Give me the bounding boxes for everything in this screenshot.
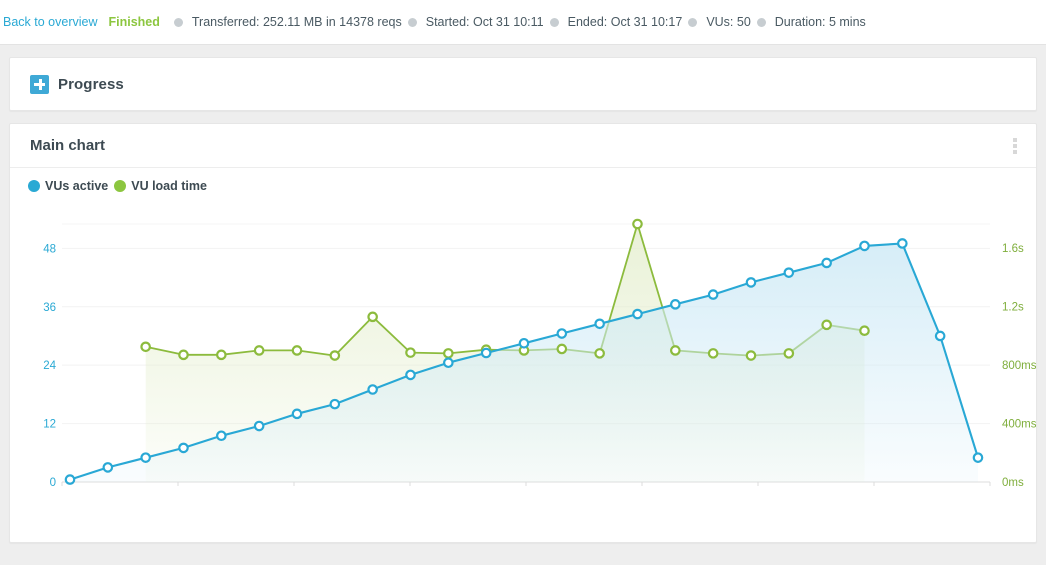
stat-duration-label: Duration: 5 mins <box>774 15 866 29</box>
plus-square-icon[interactable] <box>30 74 49 94</box>
data-point[interactable] <box>859 325 870 337</box>
y-right-tick-label: 1.2s <box>1002 302 1024 314</box>
data-point[interactable] <box>405 347 416 358</box>
data-point[interactable] <box>405 369 416 381</box>
run-status-badge: Finished <box>108 15 160 29</box>
y-left-tick-label: 36 <box>43 302 56 314</box>
data-point[interactable] <box>821 257 832 269</box>
data-point[interactable] <box>291 408 303 420</box>
main-chart-panel: Main chart VUs active VU load time 0 12 24… <box>9 123 1037 543</box>
y-axis-left-ticks: 0 12 24 36 48 <box>43 243 56 489</box>
legend-item-vus-active[interactable]: VUs active <box>28 179 108 193</box>
legend-item-vu-load-time[interactable]: VU load time <box>114 179 207 193</box>
data-point[interactable] <box>253 345 265 356</box>
kebab-dot-3 <box>1013 150 1017 154</box>
stat-vus-label: VUs: 50 <box>706 15 751 29</box>
data-point[interactable] <box>556 328 568 339</box>
y-left-tick-label: 24 <box>43 360 56 372</box>
data-point[interactable] <box>367 311 378 323</box>
stat-ended: Ended: Oct 31 10:17 <box>544 15 683 29</box>
data-point[interactable] <box>972 452 984 463</box>
kebab-dot-1 <box>1013 138 1017 142</box>
data-point[interactable] <box>594 318 605 330</box>
bullet-dot-icon <box>549 17 559 27</box>
data-point[interactable] <box>140 452 151 463</box>
data-point[interactable] <box>783 267 795 278</box>
bullet-dot-icon <box>407 17 417 27</box>
data-point[interactable] <box>216 430 227 442</box>
data-point[interactable] <box>178 442 189 454</box>
back-to-overview-link[interactable]: Back to overview <box>3 15 97 29</box>
y-right-tick-label: 400ms <box>1002 419 1037 431</box>
bullet-dot-icon <box>756 17 766 27</box>
data-point[interactable] <box>821 319 832 331</box>
data-point[interactable] <box>178 349 189 361</box>
chart-plot-area: 0 12 24 36 48 0ms 400ms 800ms 1.2s 1.6s <box>10 212 1036 542</box>
y-left-tick-label: 0 <box>50 477 56 489</box>
data-point[interactable] <box>707 289 719 300</box>
stat-ended-label: Ended: Oct 31 10:17 <box>567 15 683 29</box>
data-point[interactable] <box>632 308 643 320</box>
data-point[interactable] <box>329 350 341 361</box>
kebab-menu-icon[interactable] <box>1008 136 1022 156</box>
data-point[interactable] <box>367 384 378 395</box>
status-bar: Back to overview Finished Transferred: 2… <box>0 0 1046 45</box>
data-point[interactable] <box>934 330 946 342</box>
data-point[interactable] <box>707 348 719 359</box>
data-point[interactable] <box>102 462 114 473</box>
data-point[interactable] <box>556 343 568 355</box>
data-point[interactable] <box>745 277 757 288</box>
data-point[interactable] <box>783 348 795 359</box>
data-point[interactable] <box>518 337 530 349</box>
y-left-tick-label: 12 <box>43 419 56 431</box>
main-chart-header: Main chart <box>10 124 1036 168</box>
legend-label-vu-load-time: VU load time <box>131 179 207 193</box>
data-point[interactable] <box>291 345 303 356</box>
data-point[interactable] <box>670 299 681 310</box>
progress-panel[interactable]: Progress <box>9 57 1037 111</box>
y-right-tick-label: 0ms <box>1002 477 1024 489</box>
data-point[interactable] <box>443 357 454 369</box>
progress-panel-title: Progress <box>58 75 124 93</box>
bullet-dot-icon <box>173 17 183 27</box>
data-point[interactable] <box>253 420 265 432</box>
stat-transferred-label: Transferred: 252.11 MB in 14378 reqs <box>191 15 402 29</box>
main-chart-title: Main chart <box>30 137 106 154</box>
data-point[interactable] <box>897 238 908 249</box>
legend-dot-blue <box>28 180 40 192</box>
stat-transferred: Transferred: 252.11 MB in 14378 reqs <box>168 15 402 29</box>
data-point[interactable] <box>745 350 757 361</box>
main-chart-svg: 0 12 24 36 48 0ms 400ms 800ms 1.2s 1.6s <box>43 218 1037 489</box>
bullet-dot-icon <box>688 17 698 27</box>
data-point[interactable] <box>480 347 492 359</box>
kebab-dot-2 <box>1013 144 1017 148</box>
stat-vus: VUs: 50 <box>682 15 751 29</box>
chart-legend: VUs active VU load time <box>10 168 1036 193</box>
legend-dot-green <box>114 180 127 192</box>
data-point[interactable] <box>216 349 227 361</box>
stat-started-label: Started: Oct 31 10:11 <box>425 15 544 29</box>
data-point[interactable] <box>632 218 643 230</box>
stat-started: Started: Oct 31 10:11 <box>402 15 544 29</box>
data-point[interactable] <box>443 348 454 359</box>
data-point[interactable] <box>670 345 681 356</box>
stat-duration: Duration: 5 mins <box>751 15 866 29</box>
data-point[interactable] <box>140 341 151 353</box>
data-point[interactable] <box>594 348 605 359</box>
y-right-tick-label: 800ms <box>1002 360 1037 372</box>
y-left-tick-label: 48 <box>43 243 56 255</box>
y-right-tick-label: 1.6s <box>1002 243 1024 255</box>
chart-x-axis <box>61 481 991 486</box>
data-point[interactable] <box>859 240 870 252</box>
data-point[interactable] <box>64 474 76 485</box>
data-point[interactable] <box>329 398 341 410</box>
y-axis-right-ticks: 0ms 400ms 800ms 1.2s 1.6s <box>1002 243 1037 489</box>
legend-label-vus-active: VUs active <box>45 179 109 193</box>
